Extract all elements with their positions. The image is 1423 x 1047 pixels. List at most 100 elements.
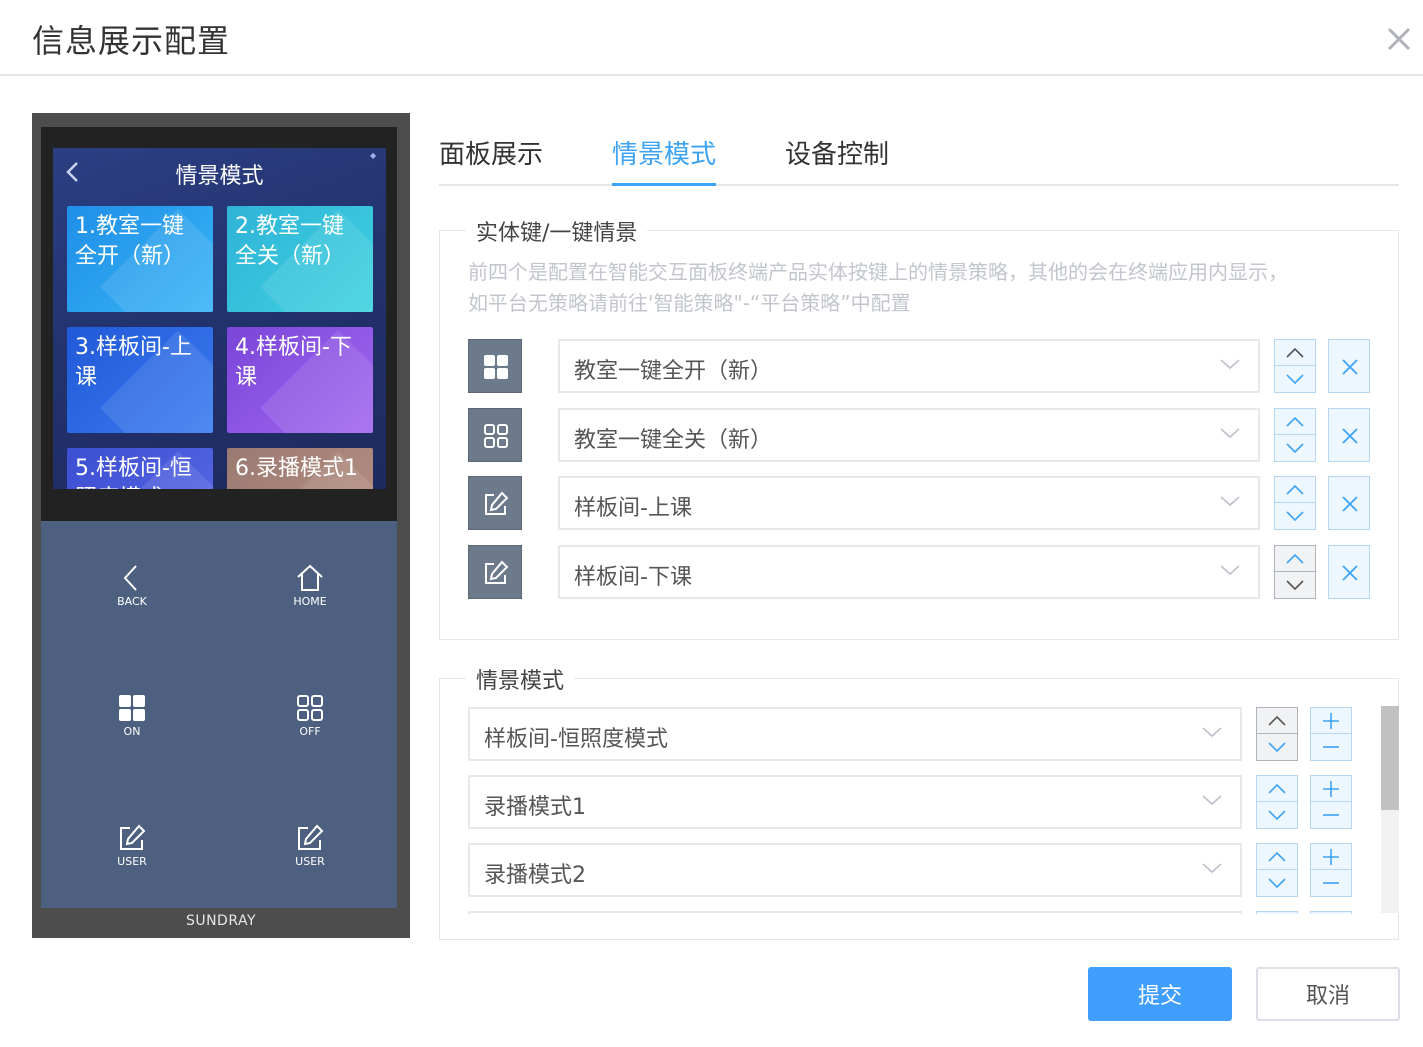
- reorder-control: [1256, 843, 1298, 897]
- reorder-control: [1256, 775, 1298, 829]
- chevron-down-icon: [1268, 742, 1286, 753]
- scene-list: 样板间-恒照度模式 录播模式1 录播模式2: [440, 705, 1398, 914]
- tab-bar: 面板展示 情景模式 设备控制: [439, 130, 1399, 186]
- minus-icon: [1323, 746, 1339, 748]
- move-down-button[interactable]: [1275, 503, 1315, 529]
- icon-picker[interactable]: [468, 476, 522, 530]
- hint-line: 如平台无策略请前往'智能策略"-“平台策略”中配置: [468, 291, 911, 315]
- edit-icon: [120, 824, 146, 850]
- select-value: 样板间-恒照度模式: [484, 727, 668, 752]
- move-down-button[interactable]: [1257, 802, 1297, 828]
- chevron-up-icon: [1268, 715, 1286, 726]
- tab-scene-mode[interactable]: 情景模式: [612, 134, 717, 186]
- key-label: USER: [117, 855, 147, 868]
- add-remove-control: [1310, 911, 1352, 914]
- chevron-down-icon: [1268, 810, 1286, 821]
- scene-select[interactable]: [468, 911, 1242, 914]
- scene-tile[interactable]: 2.教室一键全关（新）: [227, 206, 373, 312]
- scene-select[interactable]: 教室一键全关（新）: [558, 408, 1260, 462]
- move-up-button[interactable]: [1275, 546, 1315, 572]
- scene-tile[interactable]: 6.录播模式1: [227, 448, 373, 489]
- scrollbar-thumb[interactable]: [1381, 706, 1399, 810]
- chevron-up-icon: [1268, 851, 1286, 862]
- move-up-button[interactable]: [1257, 708, 1297, 734]
- move-up-button[interactable]: [1257, 776, 1297, 802]
- scene-modes-panel: 情景模式 样板间-恒照度模式 录播模式1 录播模式2: [439, 663, 1399, 940]
- cancel-button[interactable]: 取消: [1256, 967, 1400, 1021]
- scene-select[interactable]: 样板间-下课: [558, 545, 1260, 599]
- remove-button[interactable]: [1328, 545, 1370, 599]
- chevron-down-icon: [1220, 428, 1240, 439]
- close-icon: [1387, 27, 1411, 51]
- select-value: 教室一键全开（新）: [574, 359, 773, 384]
- grid-outline-icon: [484, 424, 508, 448]
- device-screen-bezel: 情景模式 ◆ 1.教室一键全开（新） 2.教室一键全关（新） 3.样板间-上课 …: [41, 127, 397, 521]
- remove-button[interactable]: [1328, 476, 1370, 530]
- scene-select[interactable]: 录播模式1: [468, 775, 1242, 829]
- move-up-button[interactable]: [1275, 340, 1315, 366]
- close-icon: [1342, 496, 1358, 512]
- move-down-button[interactable]: [1275, 366, 1315, 392]
- reorder-control: [1256, 707, 1298, 761]
- move-down-button[interactable]: [1257, 870, 1297, 896]
- scene-tile[interactable]: 5.样板间-恒照度模式: [67, 448, 213, 489]
- key-on[interactable]: ON: [82, 693, 182, 738]
- reorder-control: [1274, 408, 1316, 462]
- select-value: 样板间-下课: [574, 565, 692, 590]
- icon-picker[interactable]: [468, 339, 522, 393]
- scene-tile[interactable]: 3.样板间-上课: [67, 327, 213, 433]
- key-label: USER: [295, 855, 325, 868]
- reorder-control: [1256, 911, 1298, 914]
- scene-select[interactable]: 录播模式2: [468, 843, 1242, 897]
- tab-panel-display[interactable]: 面板展示: [439, 134, 543, 186]
- hint-text: 前四个是配置在智能交互面板终端产品实体按键上的情景策略，其他的会在终端应用内显示…: [468, 257, 1358, 319]
- remove-button[interactable]: [1328, 408, 1370, 462]
- submit-button[interactable]: 提交: [1088, 967, 1232, 1021]
- chevron-up-icon: [1286, 347, 1304, 358]
- close-icon: [1342, 359, 1358, 375]
- scene-tile[interactable]: 4.样板间-下课: [227, 327, 373, 433]
- chevron-down-icon: [1286, 511, 1304, 522]
- add-button[interactable]: [1311, 776, 1351, 802]
- icon-picker[interactable]: [468, 545, 522, 599]
- chevron-down-icon: [1286, 580, 1304, 591]
- chevron-down-icon: [1268, 878, 1286, 889]
- plus-icon: [1323, 713, 1339, 729]
- add-button[interactable]: [1311, 708, 1351, 734]
- move-down-button[interactable]: [1275, 572, 1315, 598]
- chevron-up-icon: [1286, 416, 1304, 427]
- key-home[interactable]: HOME: [260, 563, 360, 608]
- minus-button[interactable]: [1311, 802, 1351, 828]
- panel-legend: 情景模式: [466, 663, 575, 695]
- reorder-control: [1274, 545, 1316, 599]
- key-back[interactable]: BACK: [82, 563, 182, 608]
- remove-button[interactable]: [1328, 339, 1370, 393]
- icon-picker[interactable]: [468, 408, 522, 462]
- minus-button[interactable]: [1311, 870, 1351, 896]
- add-button[interactable]: [1311, 844, 1351, 870]
- scene-select[interactable]: 教室一键全开（新）: [558, 339, 1260, 393]
- grid-filled-icon: [119, 695, 145, 721]
- key-user-1[interactable]: USER: [82, 823, 182, 868]
- move-down-button[interactable]: [1275, 435, 1315, 461]
- select-value: 录播模式2: [484, 863, 586, 888]
- move-up-button[interactable]: [1275, 409, 1315, 435]
- key-user-2[interactable]: USER: [260, 823, 360, 868]
- close-button[interactable]: [1382, 22, 1416, 56]
- scrollbar[interactable]: [1381, 706, 1399, 913]
- key-off[interactable]: OFF: [260, 693, 360, 738]
- tab-device-control[interactable]: 设备控制: [785, 134, 889, 186]
- scene-select[interactable]: 样板间-上课: [558, 476, 1260, 530]
- move-up-button[interactable]: [1275, 477, 1315, 503]
- minus-button[interactable]: [1311, 734, 1351, 760]
- move-up-button[interactable]: [1257, 844, 1297, 870]
- move-down-button[interactable]: [1257, 734, 1297, 760]
- edit-icon: [298, 824, 324, 850]
- scene-tile[interactable]: 1.教室一键全开（新）: [67, 206, 213, 312]
- select-value: 教室一键全关（新）: [574, 428, 773, 453]
- home-icon: [297, 564, 323, 591]
- minus-icon: [1323, 814, 1339, 816]
- signal-icon: ◆: [370, 151, 377, 160]
- scene-select[interactable]: 样板间-恒照度模式: [468, 707, 1242, 761]
- chevron-down-icon: [1220, 496, 1240, 507]
